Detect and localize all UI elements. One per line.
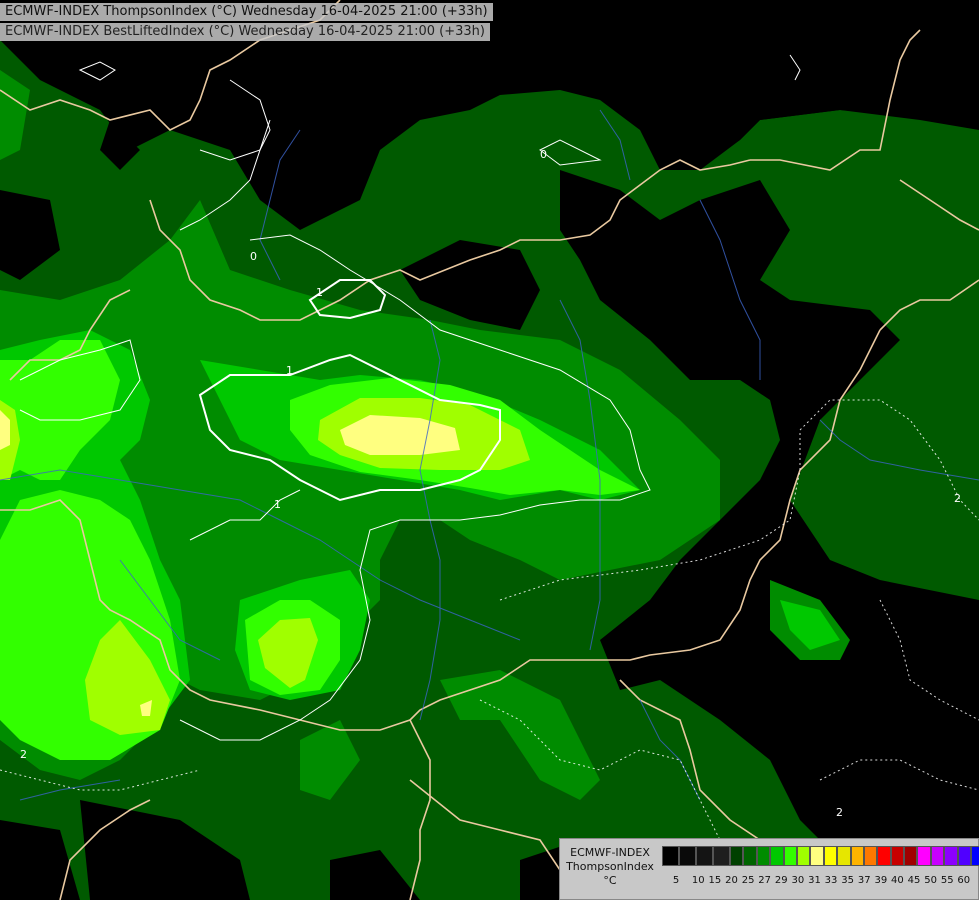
legend-swatch bbox=[713, 846, 730, 866]
legend-tick-label: 60 bbox=[957, 875, 971, 886]
legend-swatch bbox=[863, 846, 878, 866]
legend-swatch bbox=[756, 846, 771, 866]
legend-swatch bbox=[783, 846, 797, 866]
legend-swatch bbox=[837, 846, 851, 866]
legend-tick-label: 20 bbox=[725, 875, 738, 886]
contour-label: 2 bbox=[954, 492, 961, 505]
legend-tick-label: 27 bbox=[758, 875, 772, 886]
legend-tick-label: 31 bbox=[808, 875, 821, 886]
legend-swatch bbox=[770, 846, 784, 866]
legend-tick-label: 39 bbox=[874, 875, 888, 886]
contour-label: 0 bbox=[540, 148, 547, 161]
legend-swatch bbox=[743, 846, 757, 866]
legend-swatch bbox=[662, 846, 679, 866]
legend-title-line: ECMWF-INDEX bbox=[570, 846, 650, 859]
weather-map: 1 1 0 0 1 2 2 2 bbox=[0, 0, 979, 900]
legend-swatch bbox=[877, 846, 891, 866]
contour-label: 1 bbox=[274, 498, 281, 511]
legend-swatch bbox=[823, 846, 838, 866]
legend-tick-label: 29 bbox=[774, 875, 788, 886]
legend-title-line: °C bbox=[603, 874, 617, 887]
legend-tick-label: 25 bbox=[741, 875, 755, 886]
legend-title-line: ThompsonIndex bbox=[566, 860, 654, 873]
contour-label: 2 bbox=[20, 748, 27, 761]
legend-tick-label: 35 bbox=[841, 875, 854, 886]
legend-swatch bbox=[957, 846, 972, 866]
legend-swatch bbox=[850, 846, 864, 866]
legend-swatch bbox=[810, 846, 824, 866]
legend-title: ECMWF-INDEX ThompsonIndex °C bbox=[564, 846, 656, 888]
map-title-thompson-index: ECMWF-INDEX ThompsonIndex (°C) Wednesday… bbox=[0, 3, 493, 21]
contour-label: 2 bbox=[836, 806, 843, 819]
legend-swatch bbox=[890, 846, 905, 866]
contour-label: 1 bbox=[286, 364, 293, 377]
map-title-best-lifted-index: ECMWF-INDEX BestLiftedIndex (°C) Wednesd… bbox=[0, 23, 490, 41]
legend-swatch bbox=[679, 846, 696, 866]
legend-swatch bbox=[904, 846, 918, 866]
legend-tick-label: 15 bbox=[708, 875, 722, 886]
legend-swatch bbox=[796, 846, 811, 866]
legend-tick-label: 33 bbox=[824, 875, 838, 886]
legend-tick-label: 30 bbox=[791, 875, 805, 886]
legend-swatch bbox=[971, 846, 979, 866]
legend-swatch bbox=[730, 846, 744, 866]
contour-label: 0 bbox=[250, 250, 257, 263]
legend-swatch bbox=[696, 846, 713, 866]
legend-swatches bbox=[662, 846, 979, 866]
legend-swatch bbox=[930, 846, 945, 866]
legend-swatch bbox=[917, 846, 931, 866]
legend-tick-label: 5 bbox=[672, 875, 680, 886]
legend-ticks: 5 10 15 20 25 27 29 30 31 33 35 37 39 40 45 50 55 60 bbox=[662, 875, 972, 886]
legend-tick-label: 10 bbox=[691, 875, 705, 886]
legend-tick-label: 45 bbox=[907, 875, 921, 886]
legend-tick-label: 40 bbox=[891, 875, 904, 886]
legend-tick-label: 55 bbox=[940, 875, 954, 886]
legend-tick-label: 37 bbox=[857, 875, 871, 886]
legend-swatch bbox=[944, 846, 958, 866]
color-legend: ECMWF-INDEX ThompsonIndex °C 5 10 15 20 25 27… bbox=[559, 838, 979, 900]
contour-label: 1 bbox=[316, 286, 323, 299]
legend-tick-label: 50 bbox=[924, 875, 937, 886]
